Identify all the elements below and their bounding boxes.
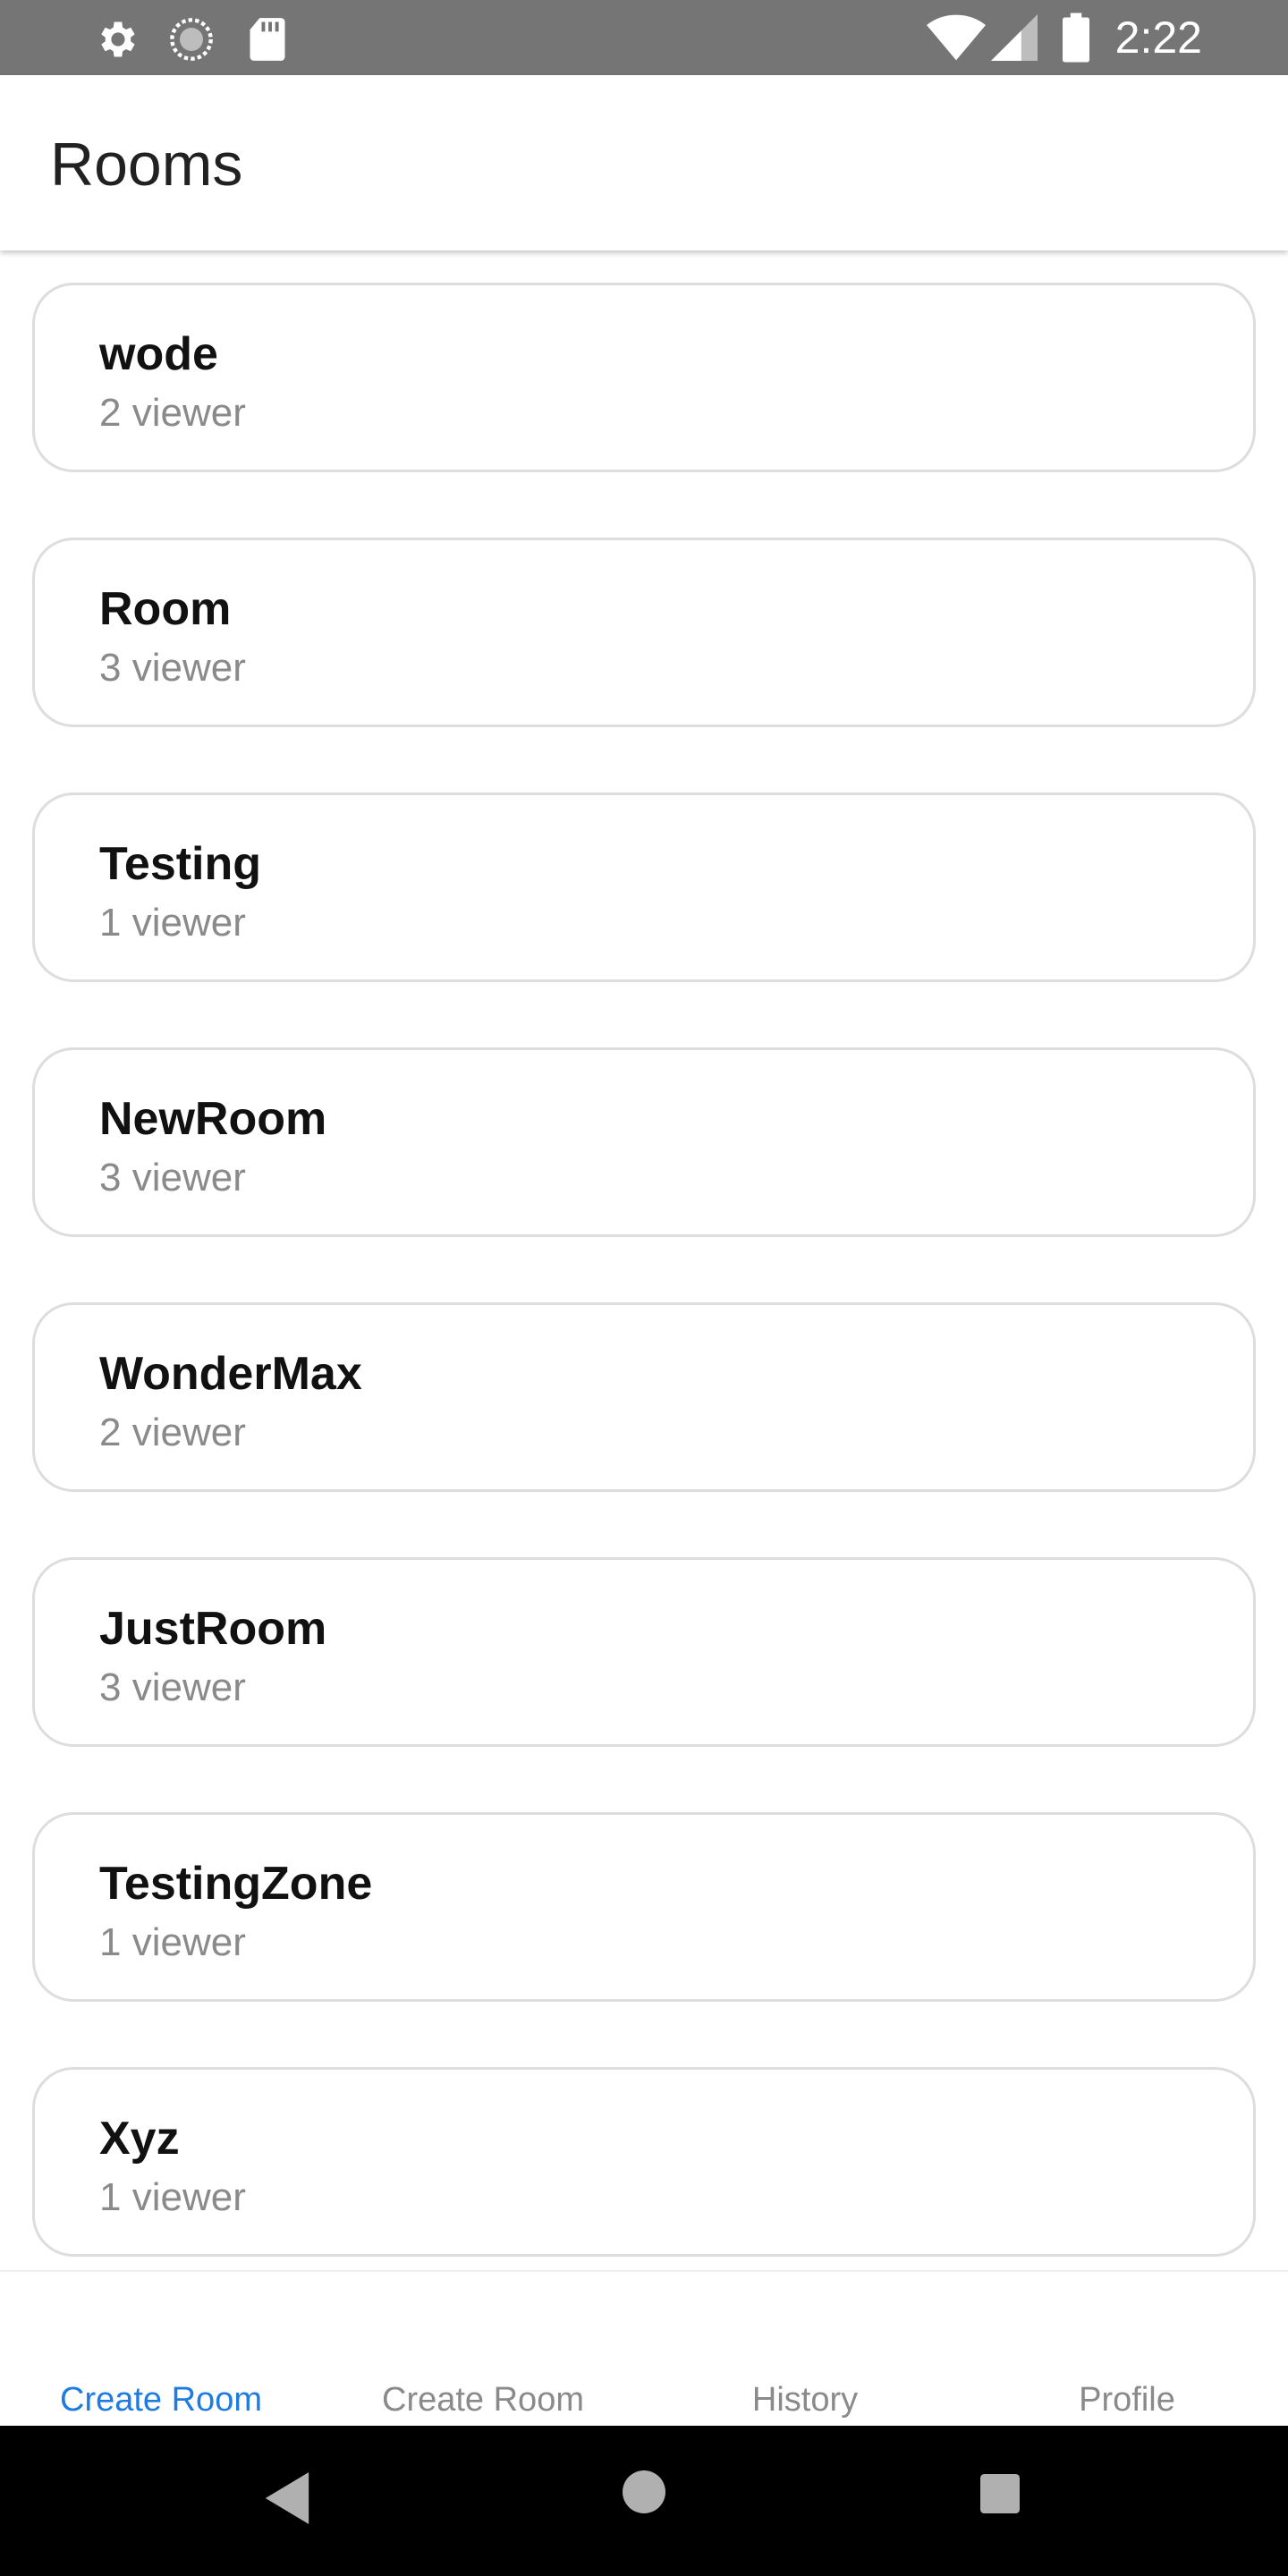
room-name: Xyz [99, 2113, 180, 2165]
room-card[interactable]: wode 2 viewer [32, 283, 1256, 472]
bottom-tab-bar: Create Room Create Room History Profile [0, 2270, 1288, 2426]
page-title: Rooms [50, 131, 243, 199]
room-name: Room [99, 583, 232, 635]
room-name: WonderMax [99, 1348, 362, 1400]
status-clock: 2:22 [1114, 13, 1202, 63]
room-name: wode [99, 328, 218, 380]
battery-icon [1063, 13, 1089, 67]
tab-label: Create Room [60, 2381, 262, 2419]
tab-profile[interactable]: Profile [966, 2272, 1288, 2428]
room-viewer-count: 1 viewer [99, 1920, 246, 1964]
room-name: Testing [99, 838, 262, 890]
back-icon[interactable] [265, 2472, 309, 2529]
tab-label: History [751, 2381, 859, 2419]
room-card[interactable]: Room 3 viewer [32, 538, 1256, 727]
room-viewer-count: 2 viewer [99, 1411, 246, 1454]
room-viewer-count: 3 viewer [99, 1665, 246, 1709]
room-viewer-count: 1 viewer [99, 901, 246, 945]
room-viewer-count: 1 viewer [99, 2175, 246, 2219]
room-viewer-count: 2 viewer [99, 391, 246, 435]
sd-card-icon [247, 16, 288, 67]
room-card[interactable]: TestingZone 1 viewer [32, 1812, 1256, 2002]
room-list[interactable]: wode 2 viewer Room 3 viewer Testing 1 vi… [0, 250, 1288, 2270]
room-card[interactable]: Testing 1 viewer [32, 792, 1256, 982]
cell-signal-icon [991, 14, 1038, 65]
recents-icon[interactable] [980, 2474, 1020, 2518]
room-name: TestingZone [99, 1858, 373, 1910]
tab-create-room-secondary[interactable]: Create Room [322, 2272, 644, 2428]
tab-label: Create Room [382, 2381, 584, 2419]
home-icon[interactable] [623, 2470, 665, 2518]
room-viewer-count: 3 viewer [99, 646, 246, 690]
room-card[interactable]: Xyz 1 viewer [32, 2067, 1256, 2257]
status-bar: 2:22 [0, 0, 1288, 75]
room-name: NewRoom [99, 1093, 327, 1145]
room-card[interactable]: NewRoom 3 viewer [32, 1047, 1256, 1237]
room-card[interactable]: JustRoom 3 viewer [32, 1557, 1256, 1747]
system-nav-bar [0, 2426, 1288, 2576]
tab-history[interactable]: History [644, 2272, 966, 2428]
sync-icon [168, 16, 215, 67]
room-card[interactable]: WonderMax 2 viewer [32, 1302, 1256, 1492]
room-viewer-count: 3 viewer [99, 1156, 246, 1199]
tab-create-room[interactable]: Create Room [0, 2272, 322, 2428]
app-bar: Rooms [0, 75, 1288, 250]
room-name: JustRoom [99, 1603, 327, 1655]
tab-label: Profile [1079, 2381, 1175, 2419]
wifi-icon [927, 14, 986, 65]
settings-icon [93, 16, 140, 67]
